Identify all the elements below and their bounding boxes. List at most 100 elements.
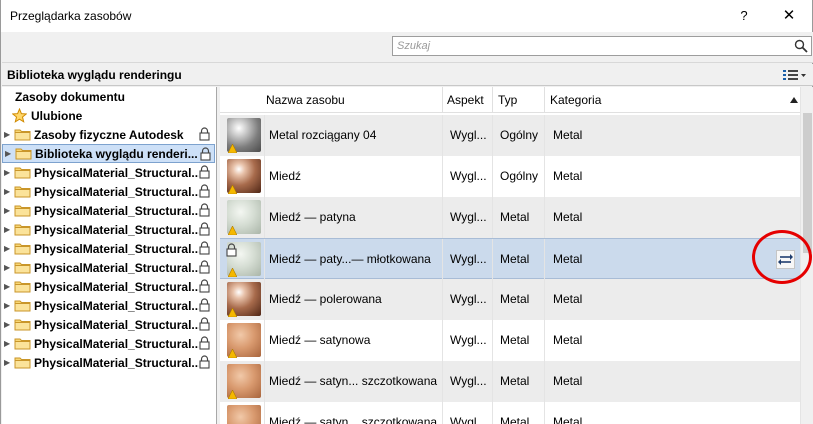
- column-divider: [264, 239, 265, 280]
- folder-icon: [14, 280, 31, 293]
- expand-arrow-icon[interactable]: ▶: [5, 149, 15, 158]
- table-row[interactable]: Miedź Wygl... Ogólny Metal: [220, 156, 800, 197]
- expand-arrow-icon[interactable]: ▶: [4, 206, 14, 215]
- table-row[interactable]: Metal rozciągany 04 Wygl... Ogólny Metal: [220, 115, 800, 156]
- tree-item-library[interactable]: ▶ PhysicalMaterial_Structural...: [2, 163, 215, 182]
- column-divider: [442, 156, 443, 197]
- search-icon[interactable]: [794, 39, 808, 53]
- folder-icon: [14, 223, 31, 236]
- column-divider: [264, 361, 265, 402]
- column-divider[interactable]: [442, 87, 443, 113]
- tree-item-library[interactable]: ▶ PhysicalMaterial_Structural...: [2, 220, 215, 239]
- lock-icon: [199, 222, 210, 236]
- title-bar: Przeglądarka zasobów ? ✕: [1, 0, 812, 32]
- asset-aspect: Wygl...: [450, 374, 487, 388]
- scrollbar-thumb[interactable]: [803, 113, 812, 253]
- column-divider: [544, 279, 545, 320]
- tree-item-label: Biblioteka wyglądu renderi...: [35, 146, 198, 161]
- asset-aspect: Wygl...: [450, 292, 487, 306]
- library-title: Biblioteka wyglądu renderingu: [7, 68, 182, 82]
- asset-type: Ogólny: [500, 169, 539, 183]
- table-row[interactable]: Miedź — polerowana Wygl... Metal Metal: [220, 279, 800, 320]
- asset-name: Miedź — satyn... szczotkowana: [269, 374, 438, 388]
- column-header-category[interactable]: Kategoria: [550, 93, 601, 107]
- tree-item-label: PhysicalMaterial_Structural...: [34, 279, 199, 294]
- expand-arrow-icon[interactable]: ▶: [4, 320, 14, 329]
- tree-item-label: PhysicalMaterial_Structural...: [34, 241, 199, 256]
- tree-item-library[interactable]: ▶ PhysicalMaterial_Structural...: [2, 182, 215, 201]
- column-header-type[interactable]: Typ: [498, 93, 517, 107]
- asset-type: Metal: [500, 210, 530, 224]
- column-divider[interactable]: [492, 87, 493, 113]
- asset-category: Metal: [553, 128, 583, 142]
- lock-icon: [199, 165, 210, 179]
- expand-arrow-icon[interactable]: ▶: [4, 130, 14, 139]
- expand-arrow-icon[interactable]: ▶: [4, 225, 14, 234]
- column-divider: [442, 197, 443, 238]
- asset-name: Miedź — satynowa: [269, 333, 371, 347]
- lock-icon: [199, 298, 210, 312]
- asset-type: Metal: [500, 374, 530, 388]
- asset-category: Metal: [553, 169, 583, 183]
- tree-item-library[interactable]: ▶ PhysicalMaterial_Structural...: [2, 334, 215, 353]
- expand-arrow-icon[interactable]: ▶: [4, 244, 14, 253]
- column-divider: [544, 402, 545, 424]
- tree-item-favorites[interactable]: Ulubione: [12, 107, 82, 124]
- tree-item-library[interactable]: ▶ PhysicalMaterial_Structural...: [2, 201, 215, 220]
- list-view-icon[interactable]: [782, 67, 808, 83]
- column-divider: [492, 156, 493, 197]
- help-button[interactable]: ?: [734, 6, 754, 26]
- column-divider: [492, 197, 493, 238]
- tree-item-library[interactable]: ▶ PhysicalMaterial_Structural...: [2, 296, 215, 315]
- lock-icon: [199, 355, 210, 369]
- asset-type: Metal: [500, 333, 530, 347]
- search-input[interactable]: Szukaj: [392, 36, 812, 56]
- expand-arrow-icon[interactable]: ▶: [4, 301, 14, 310]
- tree-item-library[interactable]: ▶ PhysicalMaterial_Structural...: [2, 258, 215, 277]
- lock-icon: [199, 317, 210, 331]
- folder-icon: [14, 356, 31, 369]
- column-divider: [264, 279, 265, 320]
- expand-arrow-icon[interactable]: ▶: [4, 282, 14, 291]
- close-button[interactable]: ✕: [776, 6, 802, 26]
- highlight-annotation-circle: [752, 230, 812, 284]
- asset-name: Miedź — patyna: [269, 210, 356, 224]
- tree-item-label: PhysicalMaterial_Structural...: [34, 355, 199, 370]
- warning-icon: [227, 183, 238, 195]
- warning-icon: [227, 266, 238, 278]
- tree-item-library[interactable]: ▶ Zasoby fizyczne Autodesk: [2, 125, 215, 144]
- tree-item-library[interactable]: ▶ PhysicalMaterial_Structural...: [2, 315, 215, 334]
- column-divider: [544, 320, 545, 361]
- table-row[interactable]: Miedź — satynowa Wygl... Metal Metal: [220, 320, 800, 361]
- expand-arrow-icon[interactable]: ▶: [4, 358, 14, 367]
- column-divider: [264, 115, 265, 156]
- asset-aspect: Wygl...: [450, 333, 487, 347]
- tree-item-library[interactable]: ▶ Biblioteka wyglądu renderi...: [2, 144, 215, 163]
- asset-grid: Nazwa zasobu Aspekt Typ Kategoria Metal …: [220, 87, 800, 424]
- lock-icon: [199, 260, 210, 274]
- folder-icon: [14, 166, 31, 179]
- column-divider: [442, 361, 443, 402]
- expand-arrow-icon[interactable]: ▶: [4, 168, 14, 177]
- tree-item-library[interactable]: ▶ PhysicalMaterial_Structural...: [2, 353, 215, 372]
- tree-item-library[interactable]: ▶ PhysicalMaterial_Structural...: [2, 239, 215, 258]
- column-divider[interactable]: [544, 87, 545, 113]
- folder-icon: [14, 128, 31, 141]
- table-row[interactable]: Miedź — patyna Wygl... Metal Metal: [220, 197, 800, 238]
- column-divider: [492, 320, 493, 361]
- asset-name: Miedź: [269, 169, 302, 183]
- tree-item-label: PhysicalMaterial_Structural...: [34, 203, 199, 218]
- column-divider: [544, 197, 545, 238]
- table-row[interactable]: Miedź — satyn... szczotkowana Wygl... Meta…: [220, 402, 800, 424]
- expand-arrow-icon[interactable]: ▶: [4, 263, 14, 272]
- expand-arrow-icon[interactable]: ▶: [4, 339, 14, 348]
- asset-aspect: Wygl...: [450, 415, 487, 424]
- tree-item-library[interactable]: ▶ PhysicalMaterial_Structural...: [2, 277, 215, 296]
- warning-icon: [227, 347, 238, 359]
- table-row[interactable]: Miedź — satyn... szczotkowana Wygl... Meta…: [220, 361, 800, 402]
- table-row[interactable]: Miedź — paty...— młotkowana Wygl... Metal M…: [220, 238, 800, 280]
- column-header-aspect[interactable]: Aspekt: [447, 93, 484, 107]
- folder-icon: [14, 337, 31, 350]
- column-header-name[interactable]: Nazwa zasobu: [266, 93, 345, 107]
- expand-arrow-icon[interactable]: ▶: [4, 187, 14, 196]
